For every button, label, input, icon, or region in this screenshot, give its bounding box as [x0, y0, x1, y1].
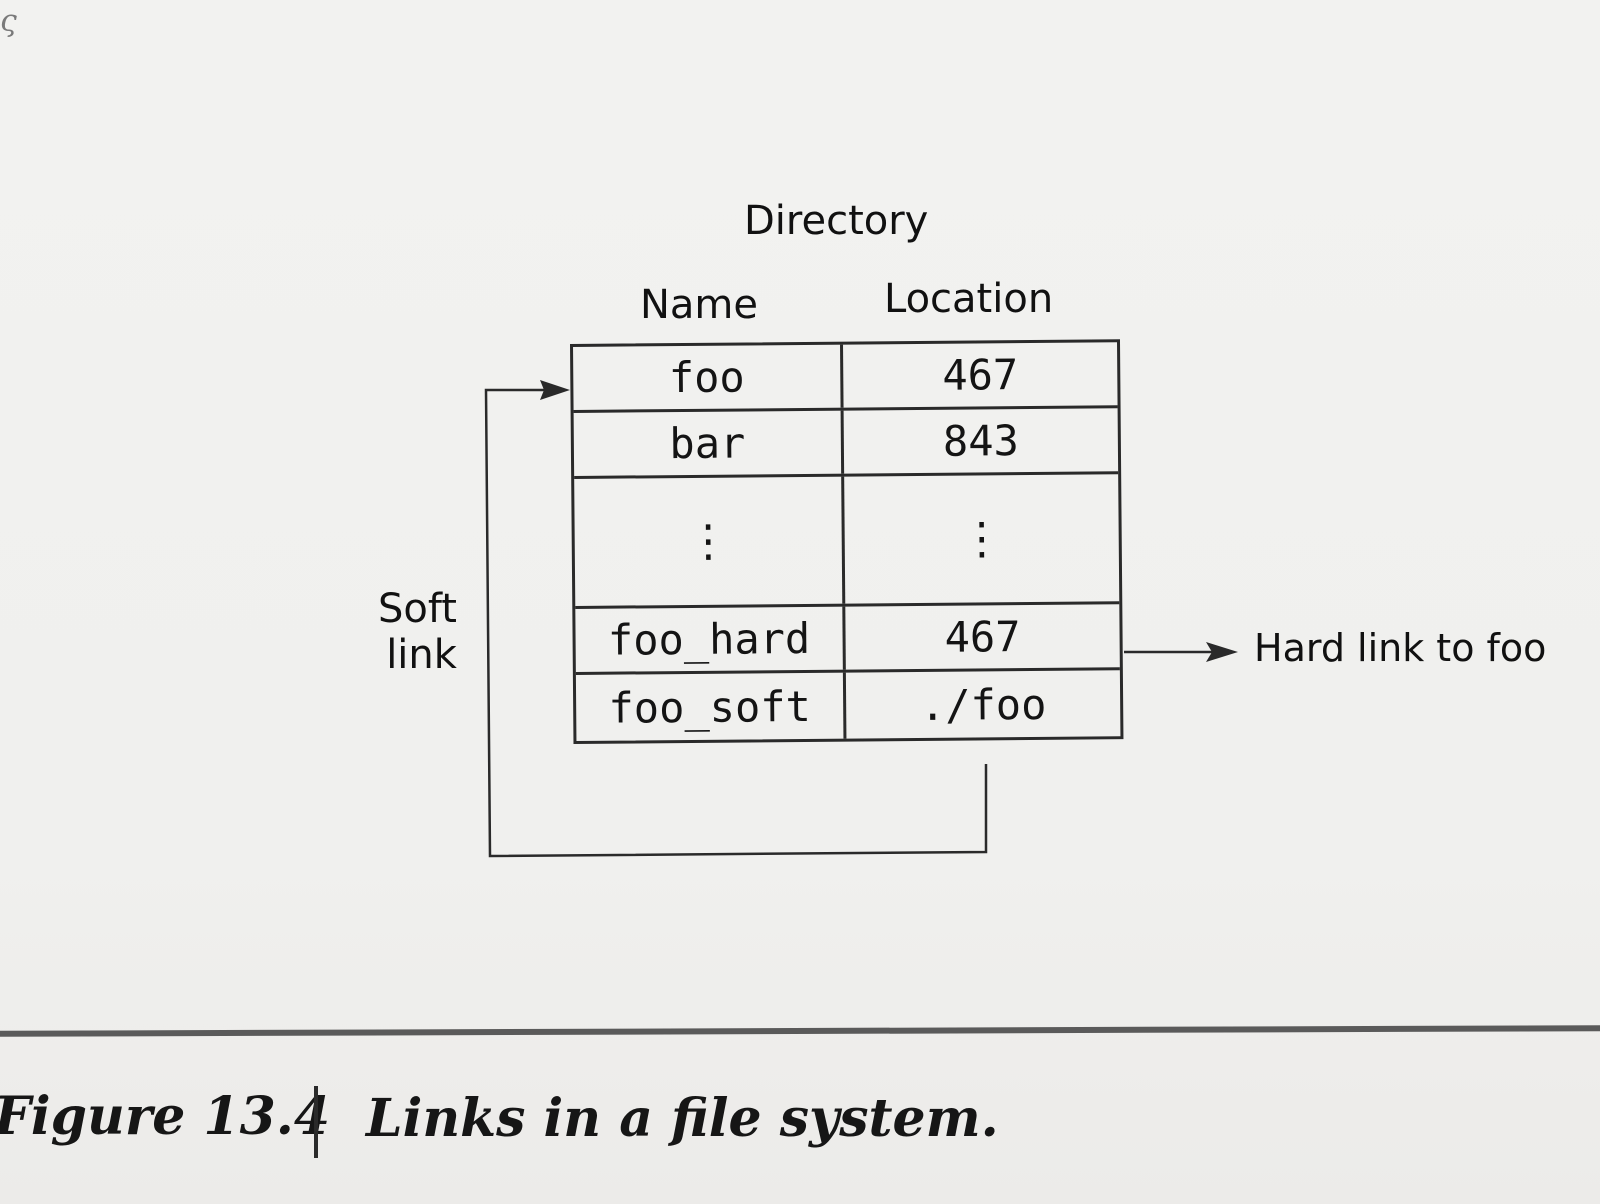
hard-link-label: Hard link to foo	[1254, 626, 1547, 670]
textbook-page: ς Directory Name Location foo 467 bar 84…	[0, 0, 1600, 1204]
figure-caption: Links in a file system.	[366, 1088, 999, 1149]
soft-link-arrowhead	[540, 380, 570, 400]
soft-link-line	[484, 388, 988, 858]
caption-divider	[314, 1086, 318, 1158]
soft-link-label-line1: Soft	[378, 586, 457, 632]
link-connectors	[484, 380, 1238, 858]
soft-link-label: Soft link	[378, 586, 457, 678]
soft-link-label-line2: link	[386, 632, 457, 678]
figure-number: Figure 13.4	[0, 1086, 331, 1147]
